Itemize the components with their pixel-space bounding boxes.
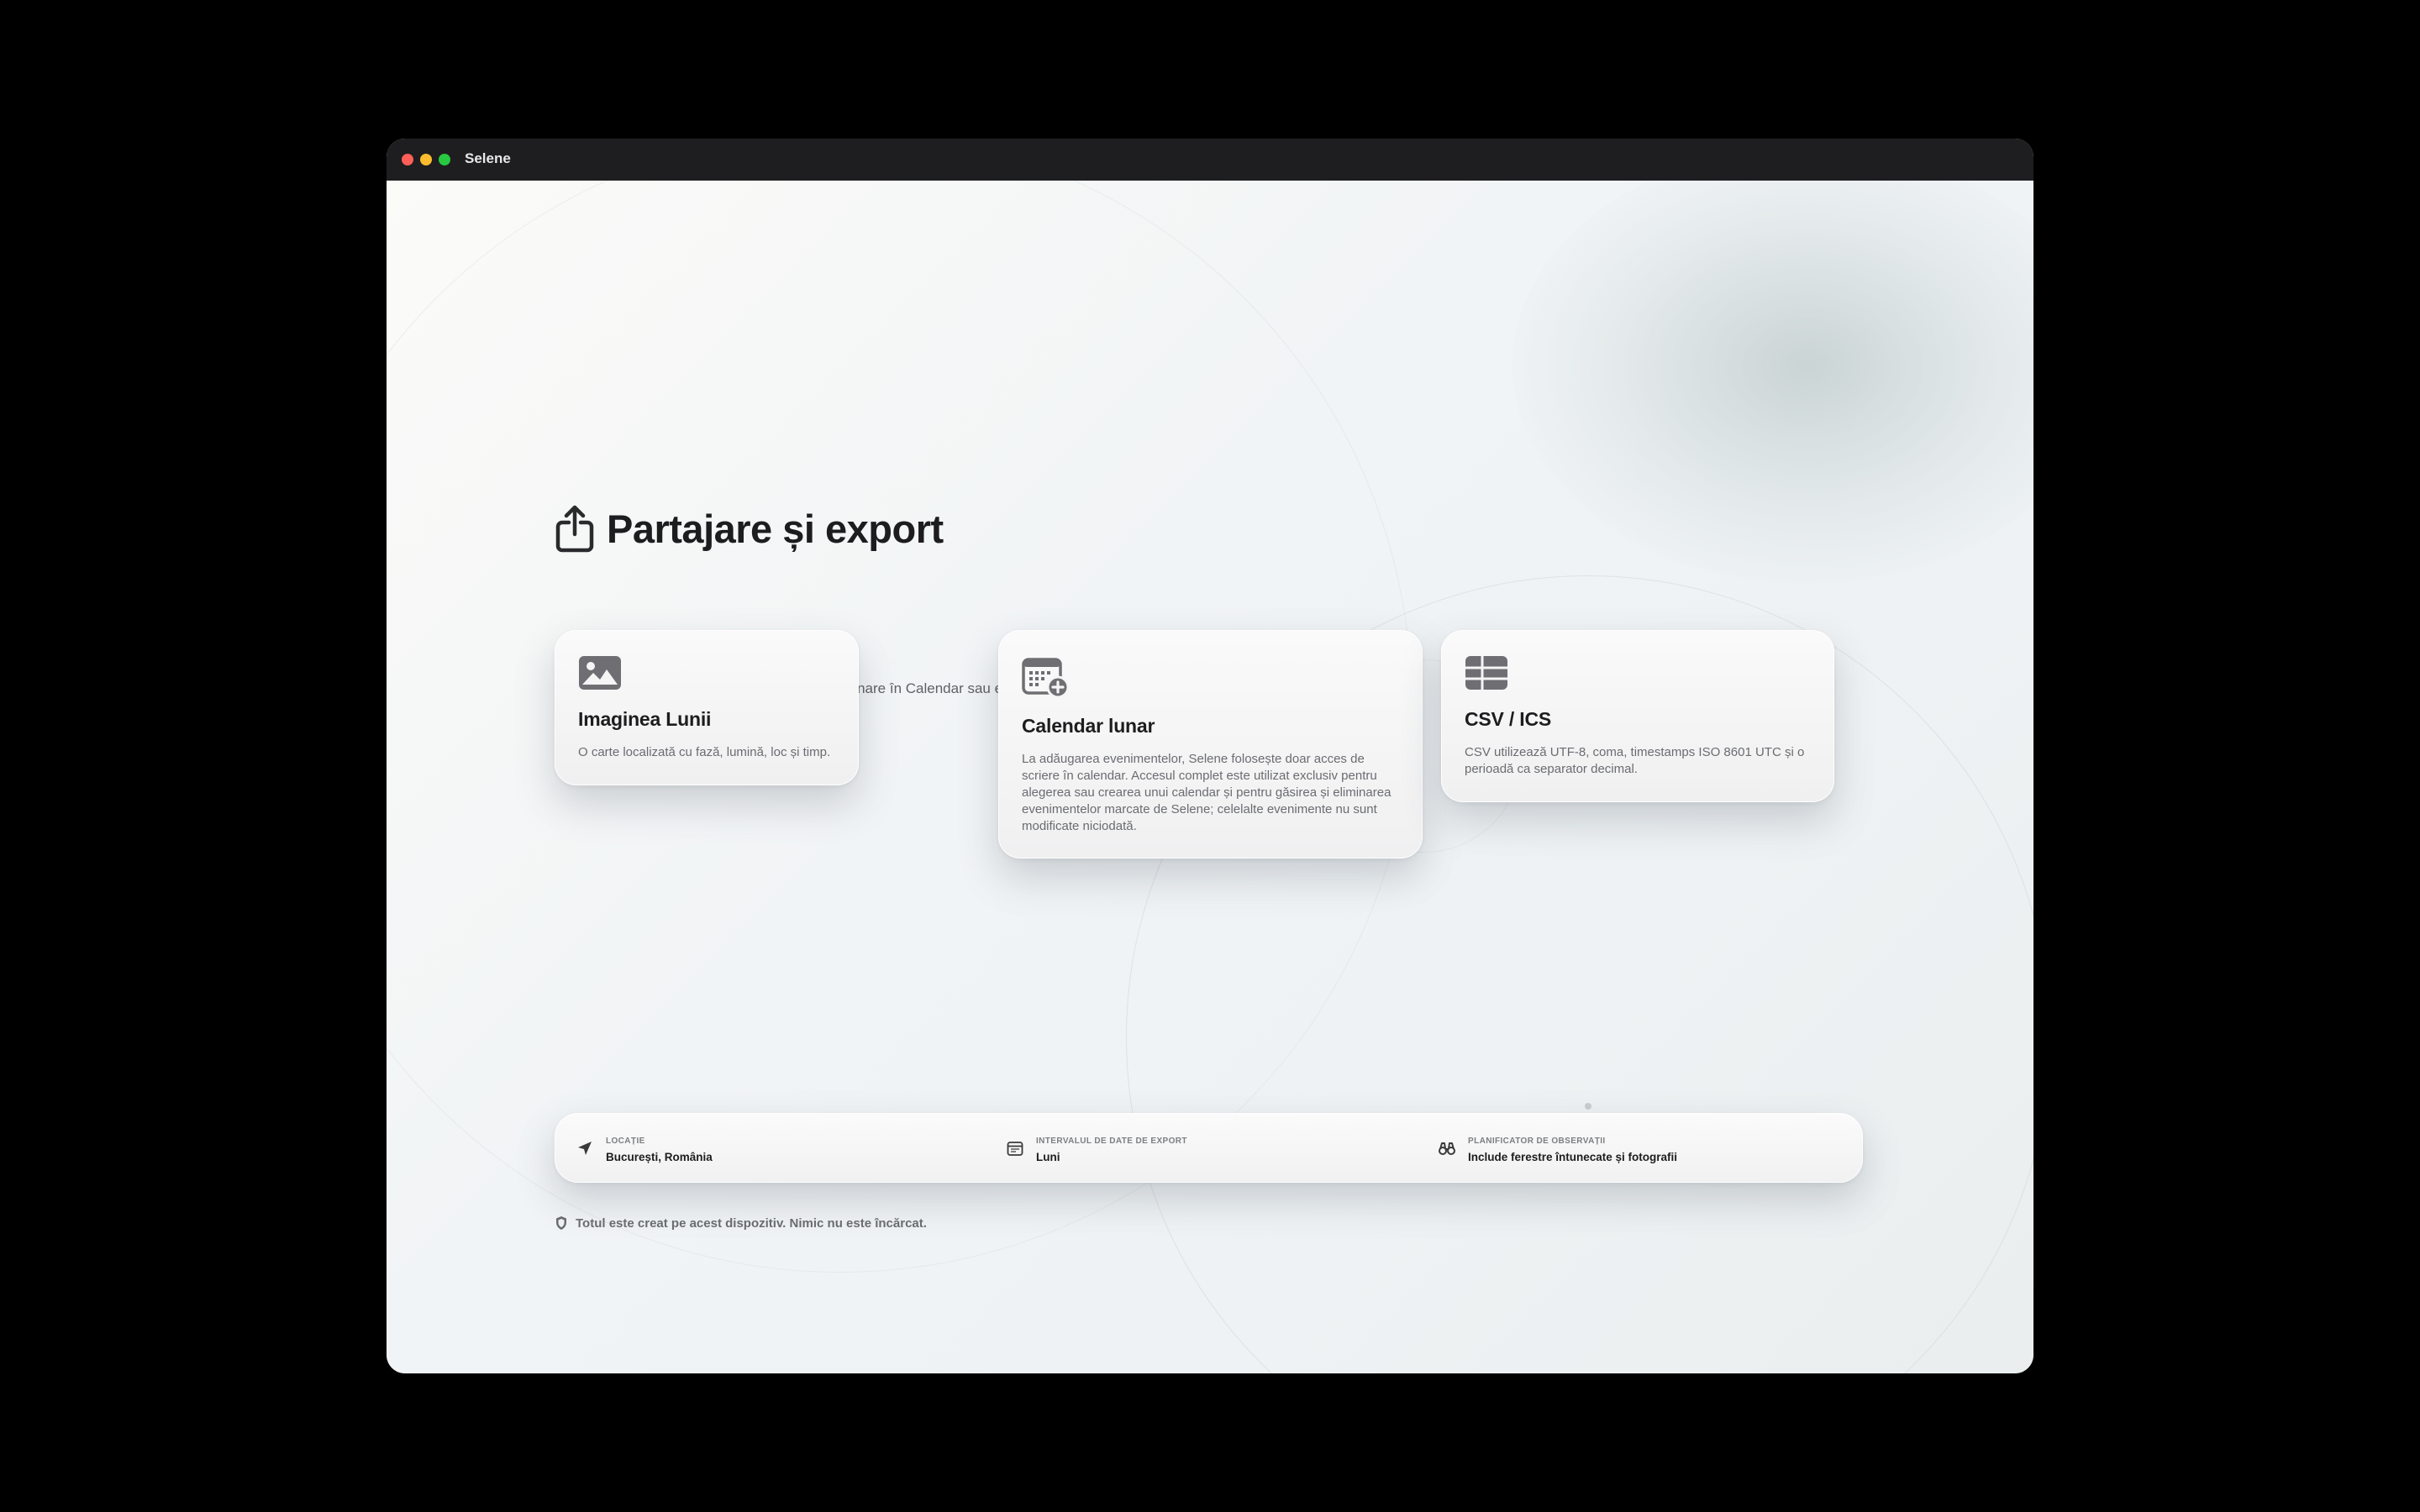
setting-label: LOCAȚIE bbox=[606, 1137, 645, 1146]
card-moon-image[interactable]: Imaginea Lunii O carte localizată cu faz… bbox=[555, 630, 859, 785]
setting-value: Luni bbox=[1036, 1151, 1060, 1163]
setting-label: PLANIFICATOR DE OBSERVAȚII bbox=[1468, 1137, 1606, 1146]
calendar-icon bbox=[1007, 1142, 1023, 1156]
card-description: CSV utilizează UTF-8, coma, timestamps I… bbox=[1465, 745, 1805, 776]
shield-icon bbox=[556, 1216, 566, 1230]
privacy-text: Totul este creat pe acest dispozitiv. Ni… bbox=[576, 1215, 927, 1231]
background-dot bbox=[1585, 1103, 1591, 1110]
main-content: Partajare și export Partajează Luna actu… bbox=[387, 181, 2033, 1373]
close-window-button[interactable] bbox=[402, 154, 413, 165]
card-description: La adăugarea evenimentelor, Selene folos… bbox=[1022, 752, 1392, 833]
maximize-window-button[interactable] bbox=[439, 154, 450, 165]
setting-label: INTERVALUL DE DATE DE EXPORT bbox=[1036, 1137, 1187, 1146]
photo-icon bbox=[579, 656, 621, 690]
card-csv-ics[interactable]: CSV / ICS CSV utilizează UTF-8, coma, ti… bbox=[1441, 630, 1834, 802]
title-bar: Selene bbox=[387, 139, 2033, 181]
setting-value: București, România bbox=[606, 1151, 713, 1163]
privacy-note: Totul este creat pe acest dispozitiv. Ni… bbox=[555, 1215, 927, 1231]
card-title: CSV / ICS bbox=[1465, 708, 1552, 730]
page-header: Partajare și export bbox=[555, 504, 944, 553]
card-title: Imaginea Lunii bbox=[578, 708, 712, 730]
app-window: Selene Partajare și export Partajează Lu… bbox=[387, 139, 2033, 1373]
calendar-add-icon bbox=[1022, 658, 1070, 698]
settings-bar: LOCAȚIE București, România INTERVALUL DE… bbox=[555, 1113, 1863, 1183]
binoculars-icon bbox=[1439, 1142, 1455, 1155]
page-title: Partajare și export bbox=[607, 506, 944, 551]
location-arrow-icon bbox=[578, 1142, 592, 1155]
background-glow bbox=[1512, 181, 2033, 584]
share-icon bbox=[555, 505, 594, 553]
card-description: O carte localizată cu fază, lumină, loc … bbox=[578, 745, 831, 759]
card-lunar-calendar[interactable]: Calendar lunar La adăugarea evenimentelo… bbox=[998, 630, 1423, 858]
window-title: Selene bbox=[465, 150, 511, 166]
card-title: Calendar lunar bbox=[1022, 715, 1155, 737]
minimize-window-button[interactable] bbox=[420, 154, 432, 165]
table-icon bbox=[1465, 656, 1507, 690]
setting-value: Include ferestre întunecate și fotografi… bbox=[1468, 1151, 1678, 1163]
